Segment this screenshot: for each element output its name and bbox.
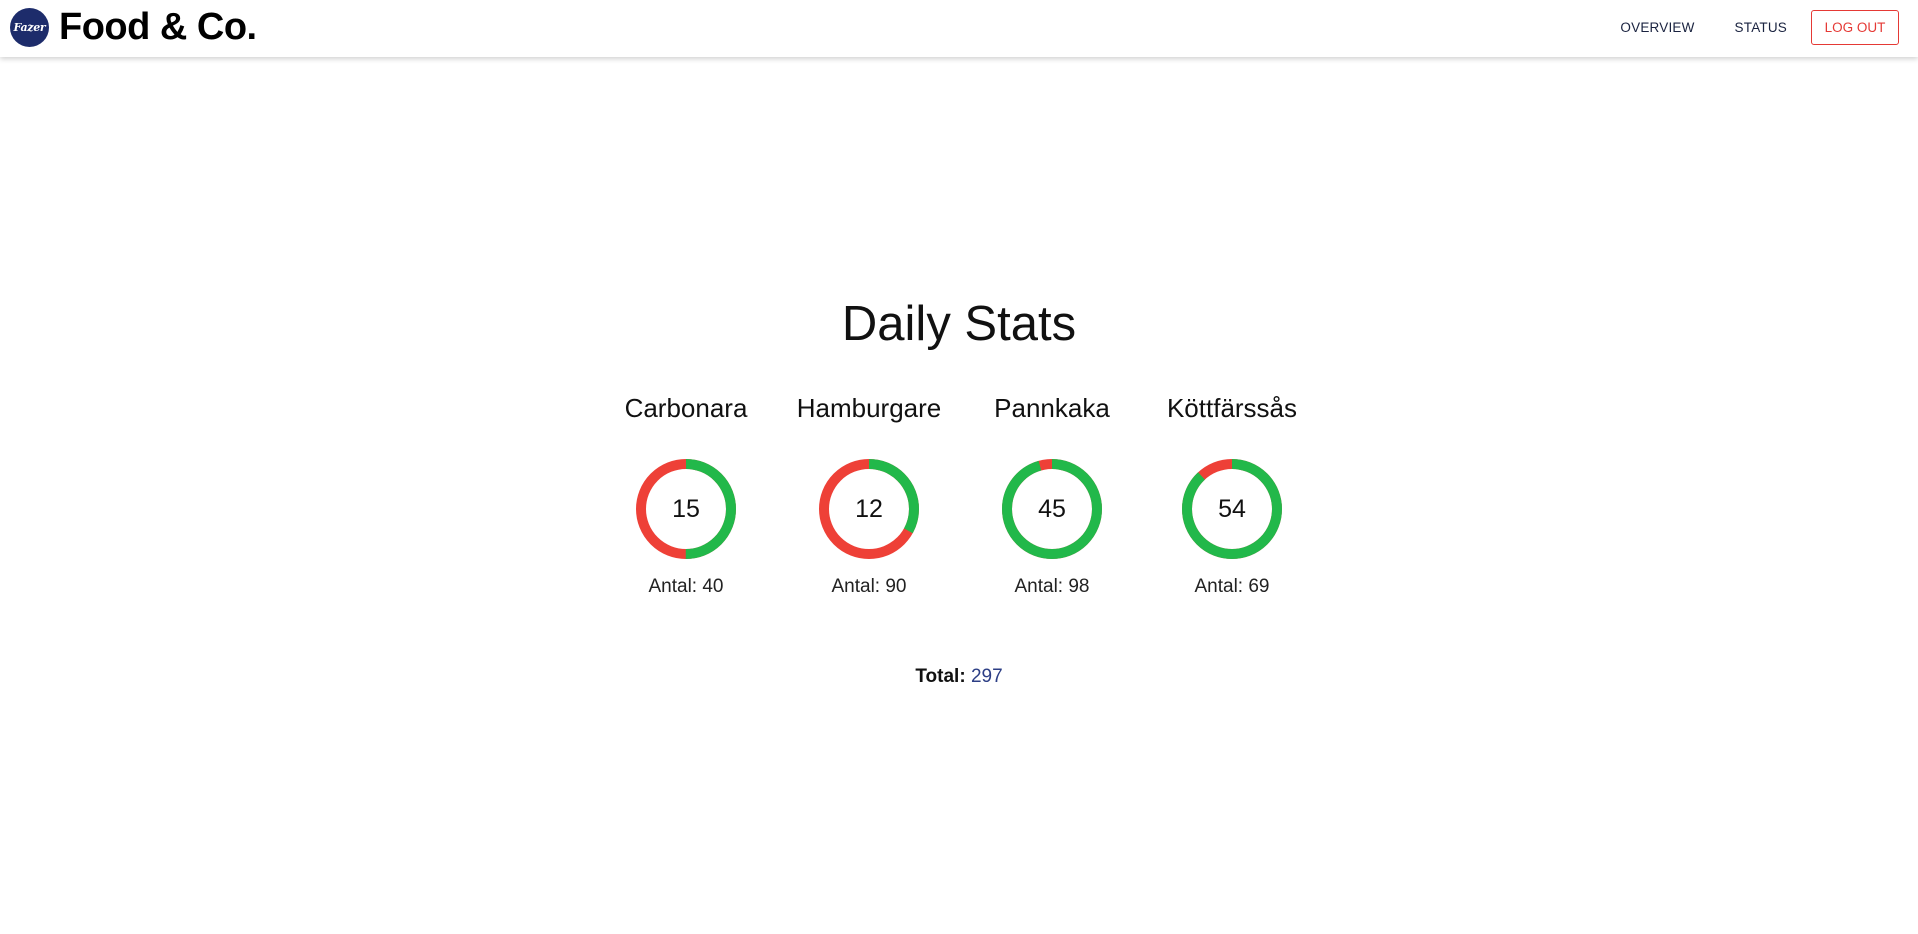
stat-count: Antal: 40 bbox=[648, 576, 724, 597]
top-navbar: Fazer Food & Co. OVERVIEW STATUS LOG OUT bbox=[0, 0, 1918, 57]
brand[interactable]: Fazer Food & Co. bbox=[10, 7, 257, 47]
total-label: Total: bbox=[915, 666, 966, 687]
stat-name: Köttfärssås bbox=[1166, 393, 1298, 423]
donut-value: 45 bbox=[1038, 495, 1066, 523]
total-value: 297 bbox=[970, 666, 1003, 687]
nav-status[interactable]: STATUS bbox=[1715, 9, 1807, 46]
total-summary: Total: 297 bbox=[0, 665, 1918, 689]
stat-card-carbonara: Carbonara 15 Antal: 40 bbox=[586, 393, 786, 599]
stat-count: Antal: 90 bbox=[831, 576, 907, 597]
page-title: Daily Stats bbox=[841, 297, 1077, 351]
donut-value: 12 bbox=[855, 495, 883, 523]
stat-card-kottfarssas: Köttfärssås 54 Antal: 69 bbox=[1132, 393, 1332, 599]
stat-card-hamburgare: Hamburgare 12 Antal: 90 bbox=[769, 393, 969, 599]
stat-name: Pannkaka bbox=[994, 393, 1110, 423]
stat-name: Carbonara bbox=[624, 393, 748, 423]
donut-chart: 54 bbox=[1182, 459, 1282, 559]
donut-value: 54 bbox=[1218, 495, 1246, 523]
logout-button[interactable]: LOG OUT bbox=[1811, 10, 1899, 45]
fazer-logo-icon: Fazer bbox=[10, 7, 49, 47]
donut-chart: 15 bbox=[636, 459, 736, 559]
nav-overview[interactable]: OVERVIEW bbox=[1600, 9, 1714, 46]
brand-name: Food & Co. bbox=[59, 6, 257, 48]
donut-chart: 12 bbox=[819, 459, 919, 559]
nav-links: OVERVIEW STATUS LOG OUT bbox=[1600, 9, 1899, 46]
donut-value: 15 bbox=[672, 495, 700, 523]
stat-count: Antal: 69 bbox=[1194, 576, 1270, 597]
stat-name: Hamburgare bbox=[796, 393, 942, 423]
stat-count: Antal: 98 bbox=[1014, 576, 1090, 597]
stat-card-pannkaka: Pannkaka 45 Antal: 98 bbox=[952, 393, 1152, 599]
donut-chart: 45 bbox=[1002, 459, 1102, 559]
